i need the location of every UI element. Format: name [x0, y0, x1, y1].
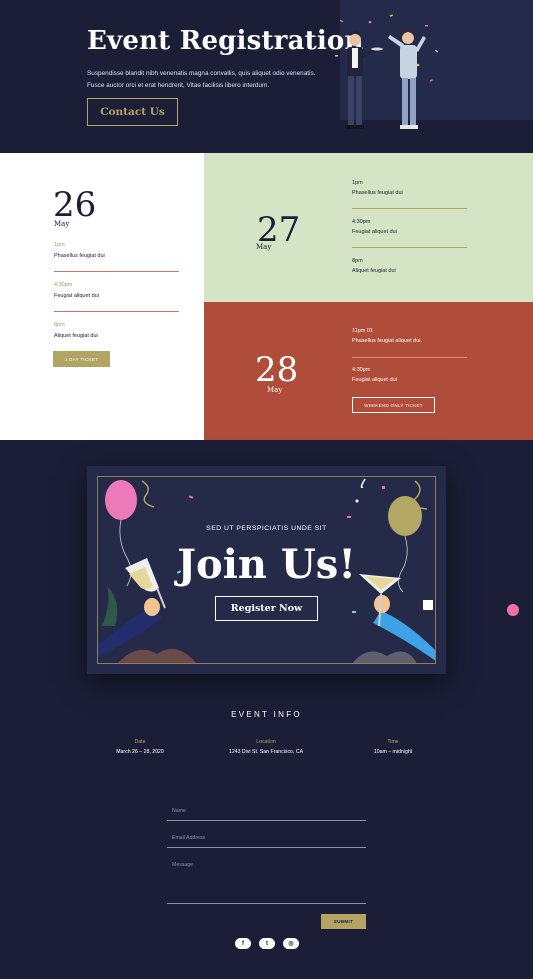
- info-value: 10am – midnight: [373, 749, 413, 755]
- info-value: 1243 Divi St. San Francisco, CA: [228, 749, 304, 755]
- name-field-underline: [167, 820, 366, 821]
- slot-time: 4:30pm: [54, 282, 73, 288]
- slot-text: Aliquet feugiat dui: [352, 268, 396, 274]
- day-card-27: 27 May 1pm Phasellus feugiat dui 4:30pm …: [204, 153, 533, 302]
- divider: [352, 247, 467, 248]
- day-card-28: 28 May 11pm 01 Phasellus feugiat aliquet…: [204, 302, 533, 440]
- slot-text: Feugiat aliquet dui: [352, 229, 397, 235]
- divider: [54, 311, 179, 312]
- contact-us-button[interactable]: Contact Us: [87, 98, 178, 126]
- scroll-indicator-dot[interactable]: [507, 604, 519, 616]
- party-people-illustration: [335, 14, 439, 129]
- slot-time: 11pm 01: [352, 328, 373, 334]
- weekend-ticket-button[interactable]: WEEKEND ONLY TICKET: [352, 397, 435, 413]
- day-card-26: 26 May 1pm Phasellus feugiat dui 4:30pm …: [0, 153, 204, 440]
- name-field[interactable]: Name: [172, 808, 186, 814]
- day-number: 28: [255, 350, 299, 390]
- page-title: Event Registration: [87, 26, 364, 56]
- divider: [352, 357, 467, 358]
- email-field[interactable]: Email Address: [172, 835, 205, 841]
- day-number: 27: [257, 210, 301, 250]
- join-title: Join Us!: [177, 541, 356, 588]
- email-field-underline: [167, 847, 366, 848]
- info-label: Time: [387, 739, 399, 745]
- info-label: Date: [134, 739, 146, 745]
- divider: [54, 271, 179, 272]
- message-field-underline: [167, 903, 366, 904]
- slot-time: 8pm: [352, 258, 363, 264]
- info-label: Location: [256, 739, 276, 745]
- twitter-icon[interactable]: t: [259, 938, 275, 949]
- slot-text: Phasellus feugiat dui: [352, 190, 403, 196]
- divider: [352, 208, 467, 209]
- submit-button[interactable]: SUBMIT: [321, 914, 366, 929]
- one-day-ticket-button[interactable]: 1 DAY TICKET: [53, 351, 110, 367]
- slot-text: Aliquet feugiat dui: [54, 333, 98, 339]
- slot-time: 1pm: [352, 180, 363, 186]
- day-month: May: [267, 386, 283, 394]
- hero-section: Event Registration Suspendisse blandit n…: [0, 0, 533, 153]
- slot-time: 4:30pm: [352, 367, 371, 373]
- hero-description: Suspendisse blandit nibh venenatis magna…: [87, 70, 316, 89]
- slot-time: 4:30pm: [352, 219, 371, 225]
- instagram-icon[interactable]: ◎: [283, 938, 299, 949]
- join-subtitle: SED UT PERSPICIATIS UNDE SIT: [206, 525, 327, 532]
- slot-time: 1pm: [54, 242, 65, 248]
- slot-text: Feugiat aliquet dui: [352, 377, 397, 383]
- register-now-button[interactable]: Register Now: [215, 596, 318, 621]
- day-number: 26: [53, 185, 97, 225]
- facebook-icon[interactable]: f: [235, 938, 251, 949]
- event-info-date: Date March 26 – 28, 2020: [80, 739, 200, 755]
- event-info-title: EVENT INFO: [231, 710, 302, 719]
- slot-time: 8pm: [54, 322, 65, 328]
- slot-text: Phasellus feugiat dui: [54, 253, 105, 259]
- message-field[interactable]: Message: [172, 862, 193, 868]
- info-value: March 26 – 28, 2020: [116, 749, 164, 755]
- event-info-location: Location 1243 Divi St. San Francisco, CA: [206, 739, 326, 755]
- day-month: May: [256, 243, 272, 251]
- day-month: May: [54, 220, 70, 228]
- slot-text: Feugiat aliquet dui: [54, 293, 99, 299]
- slot-text: Phasellus feugiat aliquet dui.: [352, 338, 423, 344]
- event-info-time: Time 10am – midnight: [333, 739, 453, 755]
